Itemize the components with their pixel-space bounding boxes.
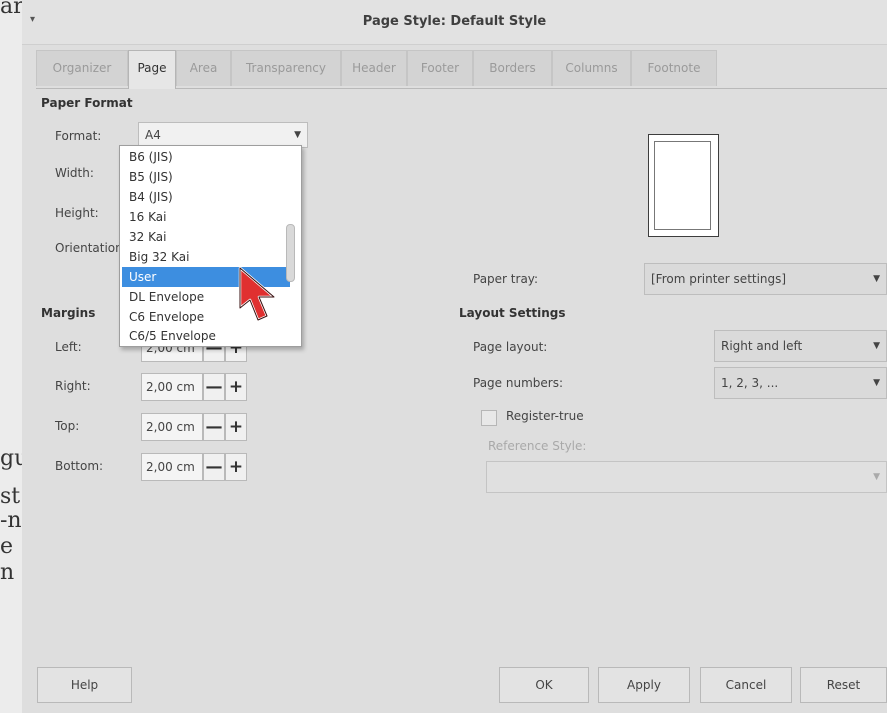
right-margin-label: Right: [55, 379, 91, 393]
register-true-label[interactable]: Register-true [506, 409, 584, 423]
tab-bar: Organizer Page Area Transparency Header … [36, 50, 887, 89]
tab-columns[interactable]: Columns [552, 50, 631, 86]
page-numbers-select[interactable]: 1, 2, 3, ... ▼ [714, 367, 887, 399]
tab-page[interactable]: Page [128, 50, 176, 89]
background-document: ar gu st -n e n [0, 0, 28, 713]
tab-footer[interactable]: Footer [407, 50, 473, 86]
tab-area[interactable]: Area [176, 50, 231, 86]
format-option[interactable]: 16 Kai [126, 207, 281, 227]
tab-footnote[interactable]: Footnote [631, 50, 717, 86]
mouse-pointer-icon [238, 266, 276, 322]
paper-format-heading: Paper Format [41, 96, 133, 110]
help-button[interactable]: Help [37, 667, 132, 703]
doc-text: -n [0, 508, 22, 533]
page-layout-select[interactable]: Right and left ▼ [714, 330, 887, 362]
right-margin-decrease-button[interactable]: — [203, 373, 225, 401]
paper-tray-select[interactable]: [From printer settings] ▼ [644, 263, 887, 295]
dialog-title: Page Style: Default Style [362, 14, 547, 29]
right-margin-input[interactable]: 2,00 cm [141, 373, 203, 401]
orientation-label: Orientation: [55, 241, 127, 255]
register-true-checkbox[interactable] [481, 410, 497, 426]
page-layout-value: Right and left [721, 339, 803, 353]
doc-text: st [0, 484, 21, 509]
reference-style-select[interactable]: ▼ [486, 461, 887, 493]
chevron-down-icon: ▼ [873, 341, 880, 351]
bottom-margin-input[interactable]: 2,00 cm [141, 453, 203, 481]
bottom-margin-label: Bottom: [55, 459, 104, 473]
reset-button[interactable]: Reset [800, 667, 887, 703]
format-select-value: A4 [145, 128, 161, 142]
top-margin-increase-button[interactable]: + [225, 413, 247, 441]
top-margin-label: Top: [55, 419, 80, 433]
cancel-button[interactable]: Cancel [700, 667, 792, 703]
chevron-down-icon: ▼ [873, 378, 880, 388]
paper-tray-label: Paper tray: [473, 272, 539, 286]
ok-button[interactable]: OK [499, 667, 589, 703]
format-option[interactable]: B4 (JIS) [126, 187, 281, 207]
chevron-down-icon: ▼ [873, 274, 880, 284]
paper-tray-value: [From printer settings] [651, 272, 787, 286]
apply-button[interactable]: Apply [598, 667, 690, 703]
bottom-margin-increase-button[interactable]: + [225, 453, 247, 481]
format-option[interactable]: B6 (JIS) [126, 147, 281, 167]
format-option[interactable]: B5 (JIS) [126, 167, 281, 187]
page-preview-content-area [654, 141, 711, 230]
height-label: Height: [55, 206, 99, 220]
chevron-down-icon: ▼ [873, 472, 880, 482]
doc-text: ar [0, 0, 24, 19]
left-margin-label: Left: [55, 340, 82, 354]
title-bar[interactable]: ▾ Page Style: Default Style [22, 0, 887, 45]
width-label: Width: [55, 166, 94, 180]
layout-settings-heading: Layout Settings [459, 306, 566, 320]
margins-heading: Margins [41, 306, 96, 320]
tab-header[interactable]: Header [341, 50, 407, 86]
doc-text: n [0, 560, 15, 585]
chevron-down-icon: ▼ [294, 130, 301, 140]
format-option[interactable]: C6/5 Envelope [126, 326, 281, 346]
page-numbers-label: Page numbers: [473, 376, 563, 390]
tab-transparency[interactable]: Transparency [231, 50, 341, 86]
tab-organizer[interactable]: Organizer [36, 50, 128, 86]
doc-text: e [0, 534, 14, 559]
format-option[interactable]: 32 Kai [126, 227, 281, 247]
format-label: Format: [55, 129, 102, 143]
top-margin-decrease-button[interactable]: — [203, 413, 225, 441]
tab-borders[interactable]: Borders [473, 50, 552, 86]
bottom-margin-decrease-button[interactable]: — [203, 453, 225, 481]
reference-style-label: Reference Style: [488, 439, 587, 453]
top-margin-input[interactable]: 2,00 cm [141, 413, 203, 441]
page-style-dialog: ▾ Page Style: Default Style Organizer Pa… [22, 0, 887, 713]
page-numbers-value: 1, 2, 3, ... [721, 376, 779, 390]
right-margin-increase-button[interactable]: + [225, 373, 247, 401]
page-layout-label: Page layout: [473, 340, 548, 354]
